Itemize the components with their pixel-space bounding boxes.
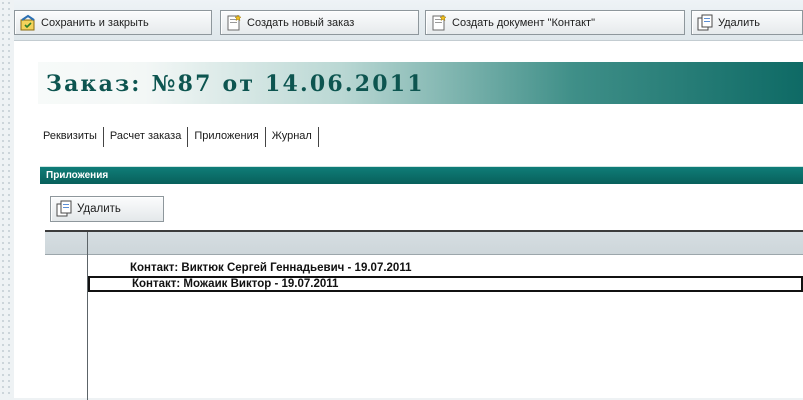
order-title-band: Заказ: №87 от 14.06.2011	[38, 62, 803, 104]
delete-toolbar-button[interactable]: Удалить	[691, 10, 803, 35]
page-title: Заказ: №87 от 14.06.2011	[46, 71, 425, 97]
attachments-panel: Удалить Контакт: Виктюк Сергей Геннадьев…	[40, 184, 803, 400]
toolbar: Сохранить и закрыть Создать новый заказ …	[14, 0, 803, 41]
tab-requisites[interactable]: Реквизиты	[38, 127, 104, 147]
new-order-label: Создать новый заказ	[247, 16, 355, 29]
tab-attachments[interactable]: Приложения	[188, 127, 266, 147]
attachments-section-header: Приложения	[40, 166, 803, 184]
new-document-icon	[432, 13, 447, 30]
new-document-icon	[227, 13, 242, 30]
save-close-icon	[20, 14, 35, 30]
delete-attachment-label: Удалить	[77, 203, 121, 215]
tab-bar: Реквизиты Расчет заказа Приложения Журна…	[38, 127, 319, 147]
column-divider	[87, 232, 88, 400]
create-contact-label: Создать документ "Контакт"	[452, 16, 595, 29]
new-order-button[interactable]: Создать новый заказ	[220, 10, 419, 35]
table-row[interactable]: Контакт: Виктюк Сергей Геннадьевич - 19.…	[88, 260, 803, 276]
attachments-table: Контакт: Виктюк Сергей Геннадьевич - 19.…	[45, 230, 803, 400]
left-margin-decoration	[0, 0, 14, 398]
tab-order-calculation[interactable]: Расчет заказа	[104, 127, 189, 147]
table-row-selected[interactable]: Контакт: Можаик Виктор - 19.07.2011	[88, 276, 803, 292]
tab-journal[interactable]: Журнал	[266, 127, 319, 147]
create-contact-button[interactable]: Создать документ "Контакт"	[425, 10, 685, 35]
save-close-button[interactable]: Сохранить и закрыть	[14, 10, 212, 35]
table-header	[45, 232, 803, 255]
delete-toolbar-label: Удалить	[718, 16, 760, 29]
app-window: Сохранить и закрыть Создать новый заказ …	[14, 0, 803, 400]
delete-document-icon	[56, 200, 72, 217]
delete-document-icon	[697, 14, 713, 30]
save-close-label: Сохранить и закрыть	[41, 16, 149, 29]
delete-attachment-button[interactable]: Удалить	[50, 196, 164, 222]
